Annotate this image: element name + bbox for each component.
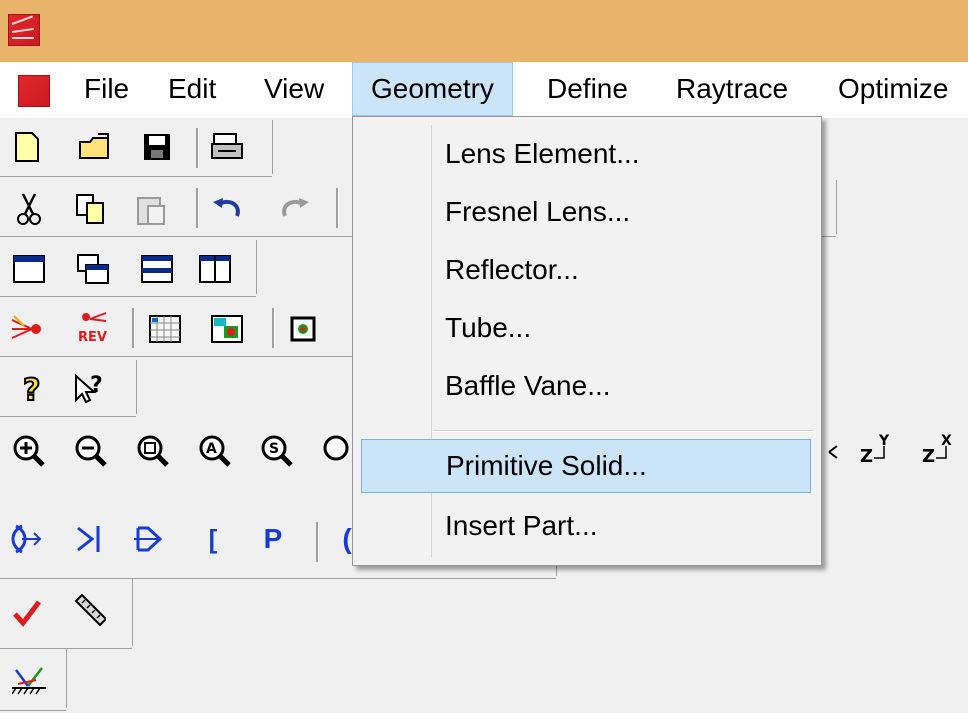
- mirror-icon[interactable]: [72, 522, 106, 556]
- app-logo-icon[interactable]: [8, 14, 40, 46]
- view-zx-base-glyph: Z: [922, 446, 935, 467]
- primitive-p-glyph: P: [263, 523, 283, 554]
- zoom-selection-glyph: S: [269, 441, 279, 457]
- view-zx-icon[interactable]: Z X: [920, 434, 954, 468]
- help-question-glyph: ?: [23, 373, 40, 406]
- tube-reflector-icon[interactable]: [132, 522, 166, 556]
- zoom-selection-icon[interactable]: S: [260, 434, 294, 468]
- menu-file[interactable]: File: [66, 62, 147, 116]
- menu-item-fresnel-lens[interactable]: Fresnel Lens...: [361, 185, 811, 239]
- system-menu-icon[interactable]: [18, 75, 50, 107]
- view-zy-top-glyph: Y: [878, 434, 890, 449]
- window-single-icon[interactable]: [12, 252, 46, 286]
- undo-icon[interactable]: [210, 192, 244, 226]
- menu-item-insert-part[interactable]: Insert Part...: [361, 499, 811, 553]
- view-zy-icon[interactable]: Z Y: [858, 434, 892, 468]
- part-paren-glyph: (: [342, 523, 352, 554]
- zoom-all-icon[interactable]: A: [198, 434, 232, 468]
- zoom-window-icon[interactable]: [136, 434, 170, 468]
- menu-view[interactable]: View: [246, 62, 342, 116]
- window-tile-vertical-icon[interactable]: [198, 252, 232, 286]
- baffle-bracket-glyph: [: [208, 524, 218, 554]
- menu-separator: [433, 430, 813, 432]
- menu-item-tube[interactable]: Tube...: [361, 301, 811, 355]
- baffle-bracket-icon[interactable]: [: [196, 522, 230, 556]
- grid-map-icon[interactable]: [148, 312, 182, 346]
- primitive-p-icon[interactable]: P: [256, 522, 290, 556]
- menu-item-reflector[interactable]: Reflector...: [361, 243, 811, 297]
- menu-raytrace[interactable]: Raytrace: [658, 62, 806, 116]
- view-zx-top-glyph: X: [941, 434, 952, 449]
- color-map-icon[interactable]: [210, 312, 244, 346]
- zoom-pointer-icon[interactable]: [322, 434, 356, 468]
- ground-axis-icon[interactable]: [12, 662, 46, 696]
- spot-map-icon[interactable]: [288, 312, 322, 346]
- menu-item-baffle-vane[interactable]: Baffle Vane...: [361, 359, 811, 413]
- save-disk-icon[interactable]: [140, 130, 174, 164]
- toolbar-check: [0, 578, 133, 649]
- toolbar-axes: [0, 648, 67, 711]
- menu-geometry[interactable]: Geometry: [352, 62, 513, 116]
- check-mark-icon[interactable]: [10, 596, 44, 630]
- menu-bar: File Edit View Geometry Define Raytrace …: [0, 62, 968, 118]
- ruler-icon[interactable]: [72, 593, 106, 628]
- title-bar: [0, 0, 968, 62]
- zoom-in-icon[interactable]: [12, 434, 46, 468]
- context-help-glyph: ?: [90, 373, 103, 398]
- geometry-dropdown-menu: Lens Element... Fresnel Lens... Reflecto…: [352, 116, 822, 566]
- copy-icon[interactable]: [74, 192, 108, 226]
- menu-define[interactable]: Define: [529, 62, 646, 116]
- window-tile-horizontal-icon[interactable]: [140, 252, 174, 286]
- view-zy-base-glyph: Z: [860, 446, 873, 467]
- lens-element-icon[interactable]: [10, 522, 44, 556]
- menu-optimize[interactable]: Optimize: [820, 62, 966, 116]
- toolbar-file: [0, 120, 273, 177]
- redo-icon: [278, 192, 312, 226]
- toolbar-windows: [0, 240, 257, 297]
- raytrace-reverse-icon[interactable]: REV: [74, 310, 108, 345]
- menu-item-lens-element[interactable]: Lens Element...: [361, 127, 811, 181]
- print-icon[interactable]: [210, 130, 244, 164]
- help-question-icon[interactable]: ?: [16, 372, 50, 406]
- new-file-icon[interactable]: [10, 130, 44, 164]
- toolbar-help: ? ?: [0, 360, 137, 417]
- menu-edit[interactable]: Edit: [150, 62, 234, 116]
- rev-label: REV: [78, 330, 107, 345]
- toolbar-raytrace: REV: [0, 300, 381, 357]
- context-help-icon[interactable]: ?: [72, 372, 106, 406]
- zoom-all-glyph: A: [206, 441, 217, 457]
- raytrace-burst-icon[interactable]: [10, 312, 44, 346]
- paste-icon: [134, 192, 168, 226]
- open-folder-icon[interactable]: [78, 130, 112, 164]
- menu-item-primitive-solid[interactable]: Primitive Solid...: [361, 439, 811, 493]
- zoom-out-icon[interactable]: [74, 434, 108, 468]
- cut-scissors-icon[interactable]: [12, 192, 46, 226]
- window-cascade-icon[interactable]: [76, 252, 110, 286]
